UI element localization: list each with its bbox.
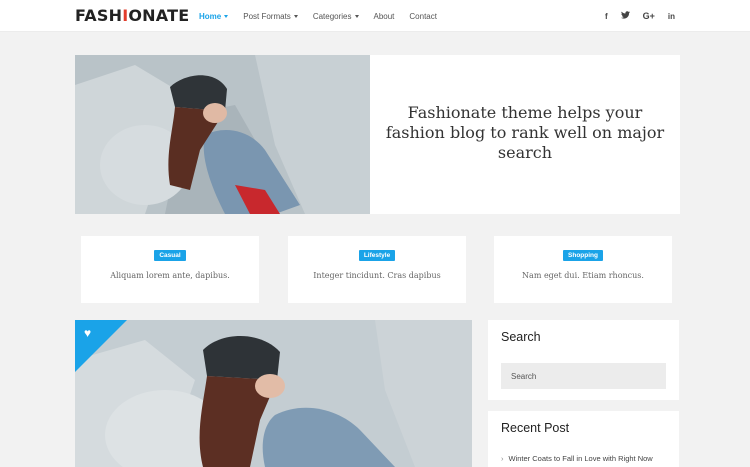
nav-item-about[interactable]: About [374, 12, 395, 21]
recent-post-link[interactable]: › Winter Coats to Fall in Love with Right… [501, 454, 653, 463]
category-card-shopping[interactable]: Shopping Nam eget dui. Etiam rhoncus. [494, 236, 672, 303]
hero-slide[interactable]: Fashionate theme helps your fashion blog… [75, 55, 680, 214]
recent-posts-title: Recent Post [501, 421, 570, 435]
category-tag[interactable]: Lifestyle [358, 250, 396, 261]
search-input[interactable]: Search [501, 363, 666, 389]
category-excerpt: Integer tincidunt. Cras dapibus [313, 271, 441, 280]
featured-photo [75, 320, 472, 467]
linkedin-icon[interactable]: in [668, 12, 675, 21]
category-excerpt: Nam eget dui. Etiam rhoncus. [522, 271, 644, 280]
recent-post-title: Winter Coats to Fall in Love with Right … [508, 454, 653, 463]
category-card-lifestyle[interactable]: Lifestyle Integer tincidunt. Cras dapibu… [288, 236, 466, 303]
hero-title[interactable]: Fashionate theme helps your fashion blog… [380, 103, 670, 163]
fashion-photo [75, 55, 370, 214]
category-excerpt: Aliquam lorem ante, dapibus. [110, 271, 230, 280]
chevron-down-icon [293, 15, 298, 18]
facebook-icon[interactable]: f [605, 12, 608, 21]
nav-label: Categories [312, 11, 352, 21]
chevron-down-icon [354, 15, 359, 18]
nav-item-home[interactable]: Home [199, 11, 229, 21]
google-plus-icon[interactable]: G+ [643, 11, 655, 21]
social-links: f G+ in [592, 0, 675, 32]
main-nav: Home Post Formats Categories About Conta… [199, 0, 452, 32]
site-logo[interactable]: FASHIONATE [75, 6, 189, 25]
featured-post[interactable]: ♥ [75, 320, 472, 467]
sticky-corner-badge [75, 320, 127, 372]
chevron-right-icon: › [501, 454, 504, 463]
hero-image [75, 55, 370, 214]
logo-text-left: FASH [75, 6, 123, 25]
logo-text-right: ONATE [128, 6, 190, 25]
search-widget: Search Search [488, 320, 679, 400]
nav-item-categories[interactable]: Categories [313, 12, 359, 21]
nav-item-post-formats[interactable]: Post Formats [243, 12, 298, 21]
chevron-down-icon [224, 15, 229, 18]
nav-label: About [373, 11, 395, 21]
nav-label: Home [199, 11, 222, 21]
recent-posts-widget: Recent Post › Winter Coats to Fall in Lov… [488, 411, 679, 467]
category-tag[interactable]: Shopping [563, 250, 603, 261]
category-card-casual[interactable]: Casual Aliquam lorem ante, dapibus. [81, 236, 259, 303]
category-tag[interactable]: Casual [154, 250, 186, 261]
twitter-icon[interactable] [620, 11, 630, 21]
twitter-bird-shape [620, 11, 630, 19]
heart-icon[interactable]: ♥ [84, 327, 91, 339]
nav-label: Post Formats [243, 11, 291, 21]
nav-item-contact[interactable]: Contact [409, 12, 437, 21]
site-header: FASHIONATE Home Post Formats Categories … [0, 0, 750, 32]
search-widget-title: Search [501, 330, 541, 344]
nav-label: Contact [409, 11, 437, 21]
